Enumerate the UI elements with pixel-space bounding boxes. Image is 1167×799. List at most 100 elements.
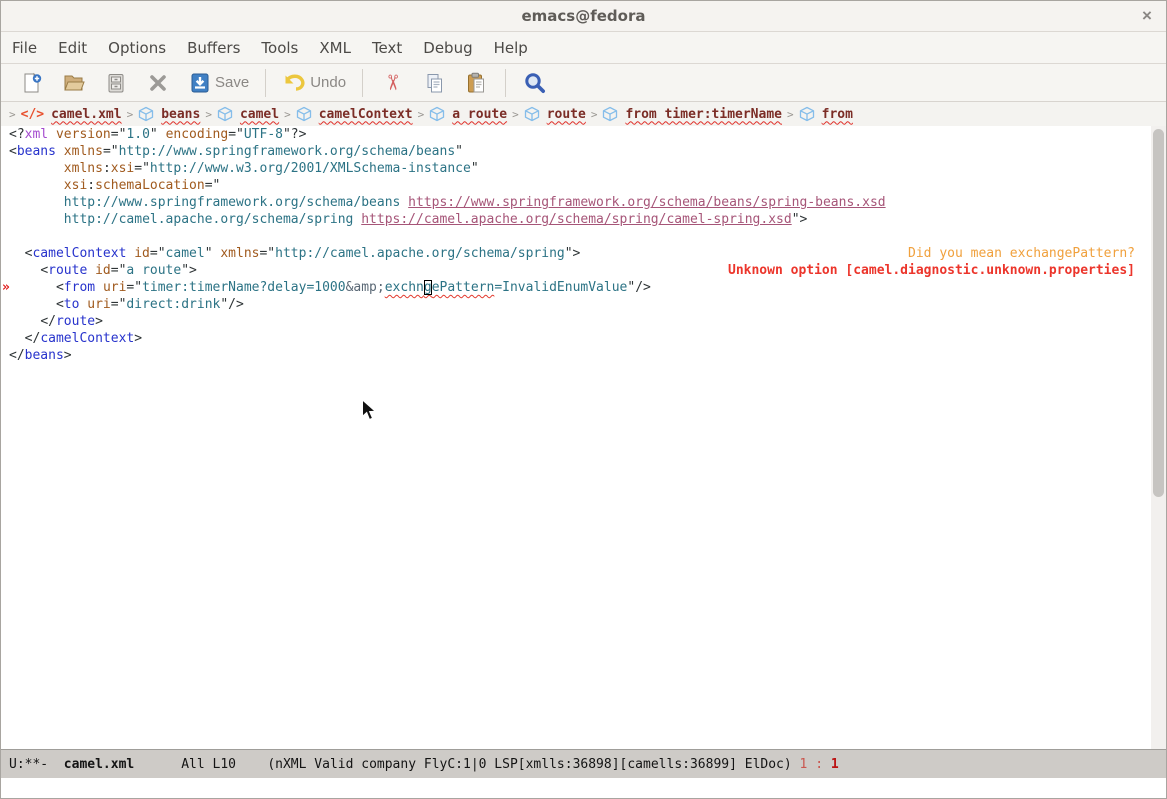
breadcrumb-item-camel[interactable]: camel — [217, 106, 279, 122]
code-line-5: http://www.springframework.org/schema/be… — [9, 194, 1151, 211]
breadcrumb-label: camel — [240, 107, 279, 122]
file-cabinet-button[interactable] — [97, 68, 135, 98]
new-file-button[interactable] — [13, 68, 51, 98]
breadcrumb-label: route — [547, 107, 586, 122]
toolbar-group — [514, 64, 556, 101]
modeline-text — [823, 757, 831, 772]
save-button[interactable]: Save — [181, 68, 255, 98]
menu-options[interactable]: Options — [100, 35, 174, 61]
menu-debug[interactable]: Debug — [415, 35, 480, 61]
modeline-text: U:**- — [9, 757, 64, 772]
scrollbar-thumb[interactable] — [1153, 129, 1164, 497]
menu-text[interactable]: Text — [364, 35, 410, 61]
mode-line[interactable]: U:**- camel.xml All L10 (nXML Valid comp… — [1, 749, 1166, 778]
modeline-text: All L10 — [181, 757, 236, 772]
breadcrumb-separator: > — [512, 108, 519, 121]
breadcrumb-separator: > — [787, 108, 794, 121]
breadcrumb-label: camel.xml — [51, 107, 121, 122]
diagnostic-error: Unknown option [camel.diagnostic.unknown… — [728, 262, 1135, 279]
code-line-12: </route> — [9, 313, 1151, 330]
save-icon — [187, 70, 213, 96]
title-bar[interactable]: emacs@fedora × — [1, 1, 1166, 32]
breadcrumb-label: beans — [161, 107, 200, 122]
toolbar-separator — [505, 69, 506, 97]
search-icon — [522, 70, 548, 96]
toolbar-button-label: Undo — [310, 74, 346, 91]
close-button[interactable]: × — [1137, 6, 1157, 26]
toolbar-group: Undo — [274, 64, 354, 101]
open-folder-icon — [61, 70, 87, 96]
emacs-window: emacs@fedora × FileEditOptionsBuffersToo… — [0, 0, 1167, 799]
code-line-3: xmlns:xsi="http://www.w3.org/2001/XMLSch… — [9, 160, 1151, 177]
toolbar-separator — [265, 69, 266, 97]
cube-icon — [524, 106, 540, 122]
code-line-13: </camelContext> — [9, 330, 1151, 347]
modeline-text — [236, 757, 267, 772]
menu-bar: FileEditOptionsBuffersToolsXMLTextDebugH… — [1, 32, 1166, 64]
breadcrumb-separator: > — [127, 108, 134, 121]
breadcrumb-label: camelContext — [319, 107, 413, 122]
breadcrumb-label: a route — [452, 107, 507, 122]
breadcrumb-separator: > — [205, 108, 212, 121]
copy-icon — [421, 70, 447, 96]
close-icon: × — [1142, 6, 1152, 25]
paste-icon — [463, 70, 489, 96]
menu-edit[interactable]: Edit — [50, 35, 95, 61]
breadcrumb-label: from timer:timerName — [625, 107, 782, 122]
undo-icon — [282, 70, 308, 96]
code-line-2: <beans xmlns="http://www.springframework… — [9, 143, 1151, 160]
echo-area[interactable] — [1, 778, 1166, 798]
flycheck-count: 1 — [800, 757, 808, 772]
cut-button[interactable]: ✂ — [373, 68, 411, 98]
cube-icon — [296, 106, 312, 122]
modeline-text — [807, 757, 815, 772]
menu-buffers[interactable]: Buffers — [179, 35, 248, 61]
breadcrumb-item-route[interactable]: route — [524, 106, 586, 122]
breadcrumb-item-camelcontext[interactable]: camelContext — [296, 106, 413, 122]
breadcrumb-item-camel-xml[interactable]: </>camel.xml — [21, 107, 122, 122]
code-buffer[interactable]: <?xml version="1.0" encoding="UTF-8"?><b… — [1, 126, 1151, 749]
close-buffer-button[interactable] — [139, 68, 177, 98]
breadcrumb-item-from-timer-timername[interactable]: from timer:timerName — [602, 106, 782, 122]
window-title: emacs@fedora — [1, 7, 1166, 25]
diagnostic-warning: Did you mean exchangePattern? — [908, 245, 1135, 262]
flycheck-count: 1 — [831, 757, 839, 772]
new-file-icon — [19, 70, 45, 96]
menu-xml[interactable]: XML — [311, 35, 359, 61]
fringe-error-marker: » — [2, 279, 16, 296]
breadcrumb-label: from — [822, 107, 853, 122]
menu-tools[interactable]: Tools — [253, 35, 306, 61]
text-cursor: g — [424, 280, 432, 295]
menu-file[interactable]: File — [4, 35, 45, 61]
scrollbar[interactable] — [1151, 126, 1166, 749]
cube-icon — [602, 106, 618, 122]
breadcrumb-separator: > — [9, 108, 16, 121]
editor-area[interactable]: <?xml version="1.0" encoding="UTF-8"?><b… — [1, 126, 1166, 749]
code-line-4: xsi:schemaLocation=" — [9, 177, 1151, 194]
cube-icon — [429, 106, 445, 122]
breadcrumb-item-from[interactable]: from — [799, 106, 853, 122]
code-line-10: <from uri="timer:timerName?delay=1000&am… — [9, 279, 1151, 296]
code-line-1: <?xml version="1.0" encoding="UTF-8"?> — [9, 126, 1151, 143]
code-line-7 — [9, 228, 1151, 245]
cut-icon: ✂ — [379, 70, 405, 96]
copy-button[interactable] — [415, 68, 453, 98]
breadcrumb-item-a-route[interactable]: a route — [429, 106, 507, 122]
menu-help[interactable]: Help — [486, 35, 536, 61]
breadcrumb-item-beans[interactable]: beans — [138, 106, 200, 122]
breadcrumb: > </>camel.xml > beans > camel > camelContext > a… — [1, 102, 1166, 126]
toolbar-separator — [362, 69, 363, 97]
cube-icon — [138, 106, 154, 122]
open-folder-button[interactable] — [55, 68, 93, 98]
code-line-11: <to uri="direct:drink"/> — [9, 296, 1151, 313]
undo-button[interactable]: Undo — [276, 68, 352, 98]
breadcrumb-separator: > — [284, 108, 291, 121]
cube-icon — [217, 106, 233, 122]
paste-button[interactable] — [457, 68, 495, 98]
breadcrumb-separator: > — [418, 108, 425, 121]
modeline-text: (nXML Valid company FlyC:1|0 LSP[xmlls:3… — [267, 757, 791, 772]
search-button[interactable] — [516, 68, 554, 98]
modeline-text — [134, 757, 181, 772]
breadcrumb-separator: > — [591, 108, 598, 121]
file-cabinet-icon — [103, 70, 129, 96]
